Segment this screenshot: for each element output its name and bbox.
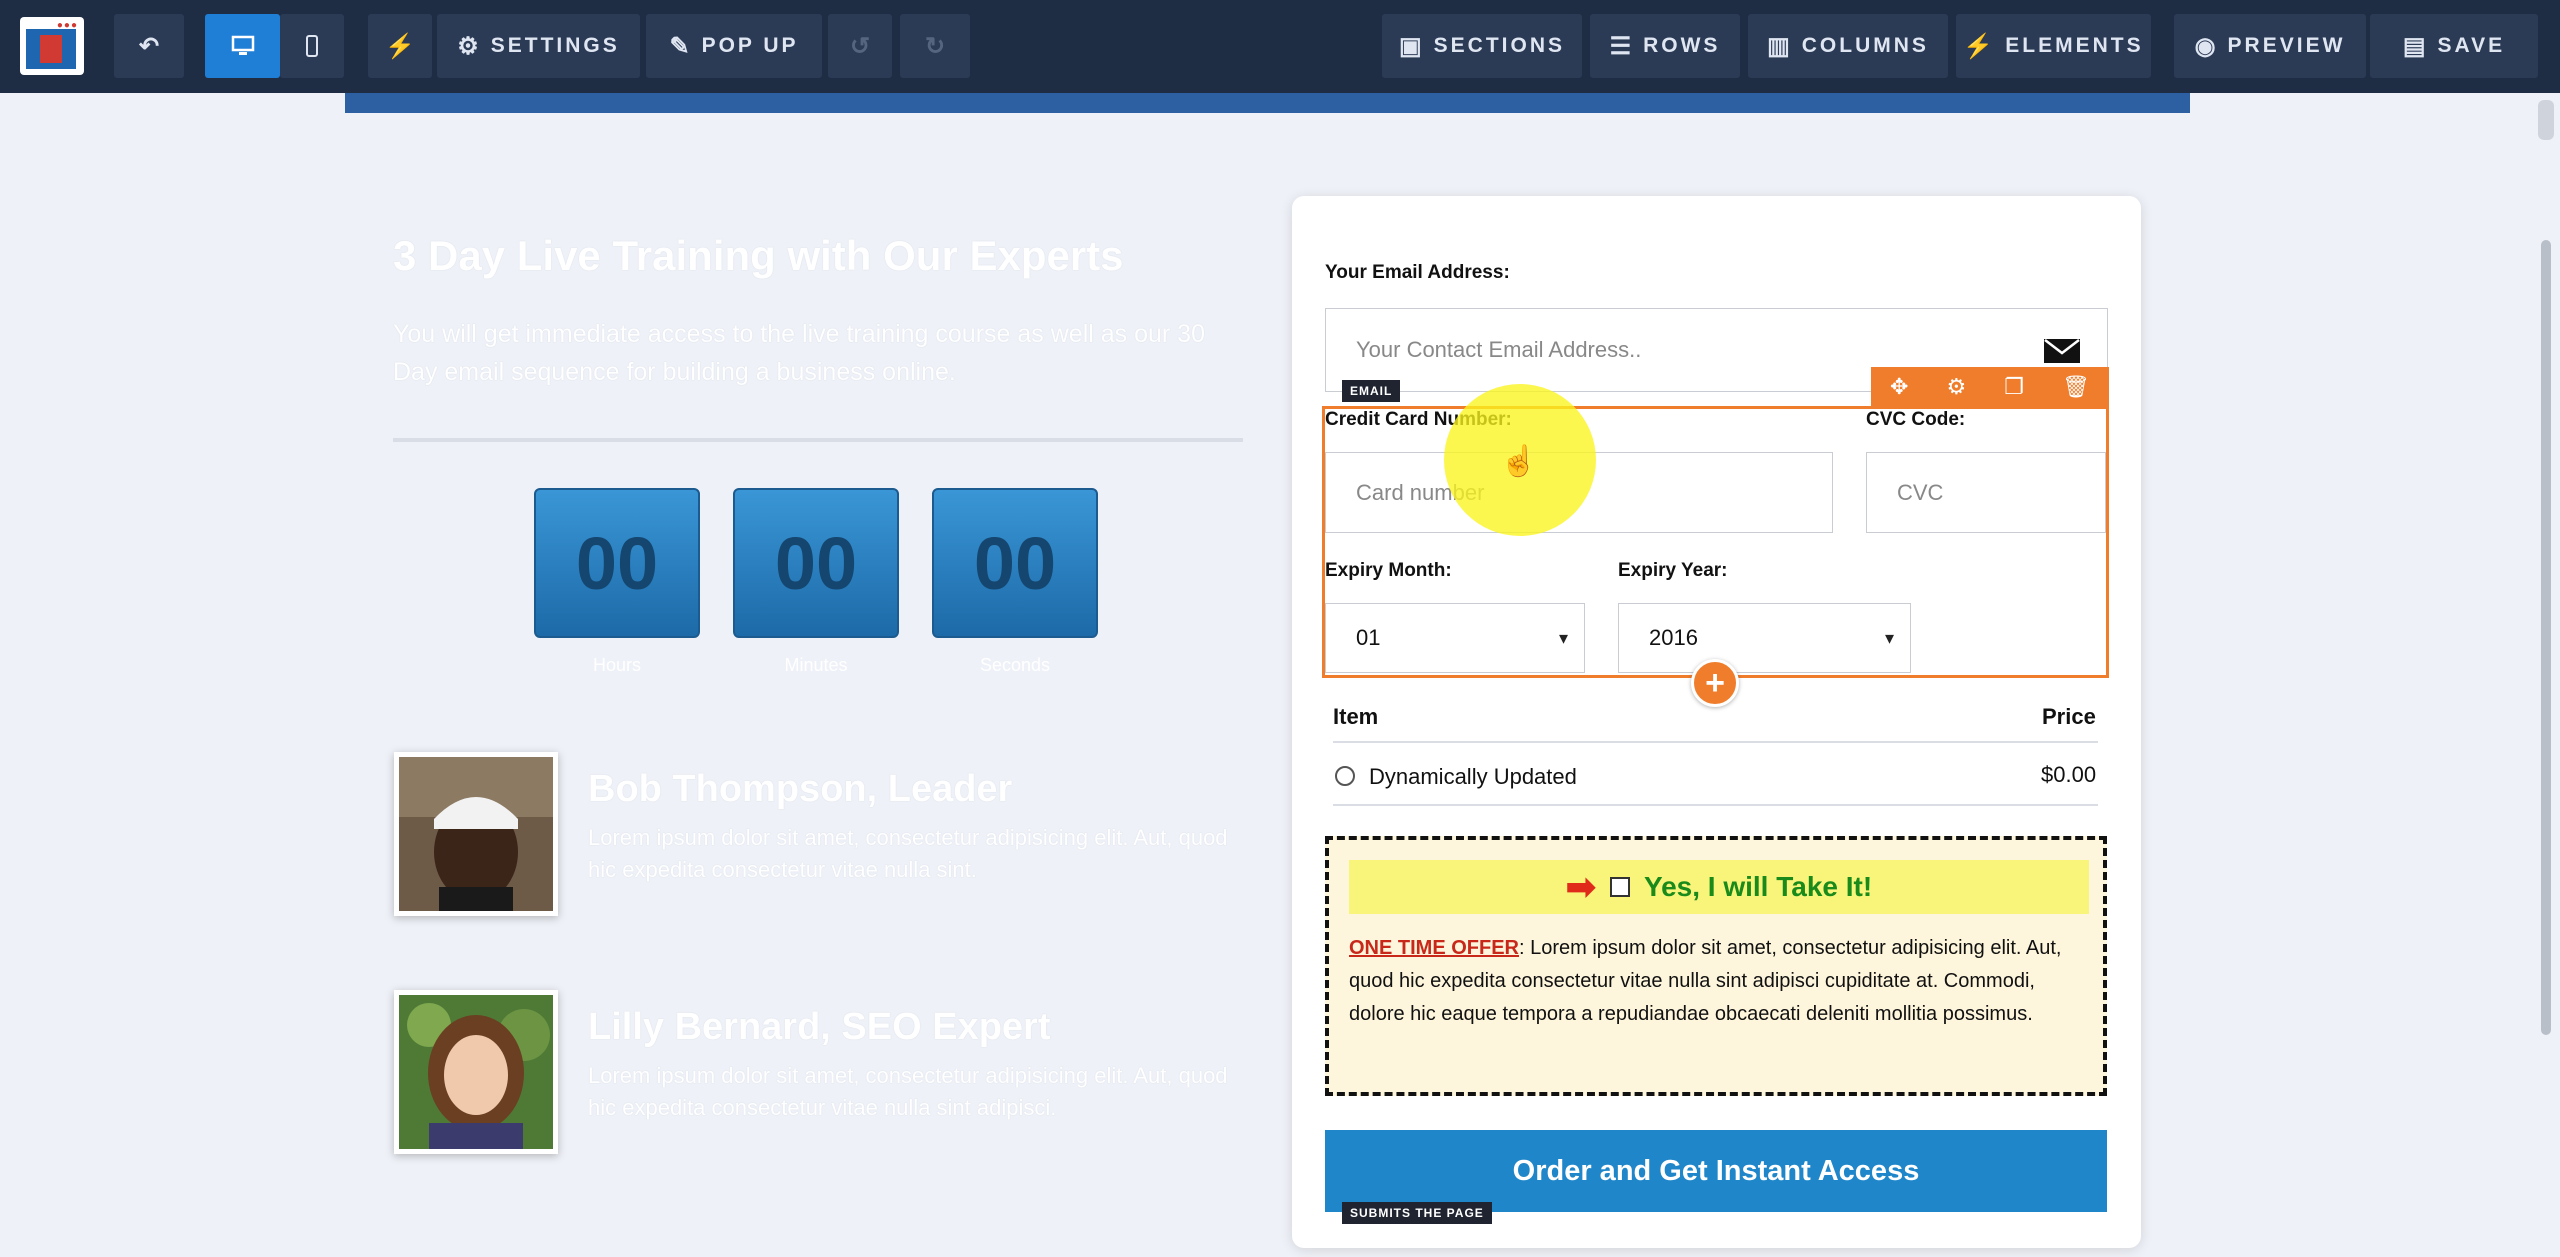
chevron-down-icon: ▾ bbox=[1884, 627, 1894, 648]
columns-label: COLUMNS bbox=[1801, 34, 1929, 57]
countdown-minutes-label: Minutes bbox=[784, 655, 848, 675]
sections-label: SECTIONS bbox=[1433, 34, 1566, 57]
person-name-lilly: Lilly Bernard, SEO Expert bbox=[588, 1006, 1051, 1048]
countdown-hours-label: Hours bbox=[592, 655, 641, 675]
hand-cursor-icon: ☝ bbox=[1500, 445, 1538, 478]
email-placeholder: Your Contact Email Address.. bbox=[1356, 337, 1642, 362]
person-bio-lilly: Lorem ipsum dolor sit amet, consectetur … bbox=[588, 1063, 1228, 1120]
avatar-lilly bbox=[394, 990, 558, 1154]
back-arrow-icon: ↶ bbox=[138, 32, 160, 60]
editor-toolbar: ●●● ↶ ⚡ ⚙ SETTINGS ✎ POP UP ↺ ↻ ▣ SECTIO… bbox=[0, 0, 2560, 93]
cvc-placeholder: CVC bbox=[1897, 479, 1944, 505]
countdown-minutes: 00 bbox=[733, 488, 899, 638]
countdown-seconds: 00 bbox=[932, 488, 1098, 638]
table-header-item: Item bbox=[1333, 704, 1379, 729]
redo-icon: ↻ bbox=[924, 32, 946, 60]
floppy-icon: ▤ bbox=[2402, 32, 2426, 60]
copy-icon[interactable]: ❐ bbox=[2004, 374, 2024, 400]
submit-label: Order and Get Instant Access bbox=[1512, 1154, 1920, 1187]
row-toolbar: ✥ ⚙ ❐ 🗑 bbox=[1871, 367, 2109, 406]
order-bump-headline: Yes, I will Take It! bbox=[1643, 871, 1873, 902]
undo-button[interactable]: ↺ bbox=[828, 14, 892, 78]
save-label: SAVE bbox=[2437, 34, 2506, 57]
expiry-year-label: Expiry Year: bbox=[1618, 560, 1728, 581]
rows-icon: ☰ bbox=[1609, 32, 1632, 60]
product-price: $0.00 bbox=[2041, 762, 2097, 787]
header-accent-bar bbox=[345, 93, 2190, 113]
expiry-month-value: 01 bbox=[1356, 625, 1381, 650]
cvc-field[interactable]: CVC bbox=[1866, 452, 2106, 533]
add-row-button[interactable]: + bbox=[1691, 659, 1739, 707]
divider bbox=[393, 438, 1243, 442]
expiry-month-select[interactable]: 01 ▾ bbox=[1325, 603, 1585, 673]
preview-button[interactable]: ◉ PREVIEW bbox=[2174, 14, 2366, 78]
scrollbar-thumb[interactable] bbox=[2541, 240, 2551, 1035]
desktop-view-button[interactable] bbox=[205, 14, 280, 78]
popup-button[interactable]: ✎ POP UP bbox=[646, 14, 822, 78]
order-bump-text: ONE TIME OFFER: Lorem ipsum dolor sit am… bbox=[1349, 932, 2089, 1031]
save-button[interactable]: ▤ SAVE bbox=[2370, 14, 2538, 78]
expiry-year-value: 2016 bbox=[1649, 625, 1698, 650]
trash-icon[interactable]: 🗑 bbox=[2062, 374, 2090, 400]
countdown-seconds-label: Seconds bbox=[979, 655, 1051, 675]
person-name-bob: Bob Thompson, Leader bbox=[588, 768, 1013, 810]
preview-label: PREVIEW bbox=[2227, 34, 2346, 57]
table-header-price: Price bbox=[2042, 704, 2096, 729]
envelope-icon bbox=[2044, 339, 2080, 363]
redo-button[interactable]: ↻ bbox=[900, 14, 970, 78]
sections-button[interactable]: ▣ SECTIONS bbox=[1382, 14, 1582, 78]
page-subtext[interactable]: You will get immediate access to the liv… bbox=[393, 315, 1243, 391]
page-headline[interactable]: 3 Day Live Training with Our Experts bbox=[393, 232, 1124, 280]
person-bio-bob: Lorem ipsum dolor sit amet, consectetur … bbox=[588, 825, 1228, 882]
right-arrow-icon: ➡ bbox=[1565, 866, 1596, 907]
chevron-down-icon: ▾ bbox=[1558, 627, 1568, 648]
undo-history-button[interactable]: ↶ bbox=[114, 14, 184, 78]
order-bump-box: ➡ Yes, I will Take It! ONE TIME OFFER: L… bbox=[1325, 836, 2107, 1096]
cube-icon: ▣ bbox=[1398, 32, 1422, 60]
app-logo: ●●● bbox=[20, 17, 84, 75]
one-time-offer-label: ONE TIME OFFER bbox=[1349, 937, 1519, 959]
settings-label: SETTINGS bbox=[490, 34, 620, 57]
undo-icon: ↺ bbox=[849, 32, 871, 60]
order-submit-button[interactable]: Order and Get Instant Access bbox=[1325, 1130, 2107, 1212]
plus-icon: + bbox=[1705, 663, 1725, 702]
expiry-month-label: Expiry Month: bbox=[1325, 560, 1452, 581]
columns-button[interactable]: ▥ COLUMNS bbox=[1748, 14, 1948, 78]
popup-label: POP UP bbox=[701, 34, 799, 57]
edit-icon: ✎ bbox=[669, 32, 690, 60]
eye-icon: ◉ bbox=[2194, 32, 2216, 60]
plugin-button[interactable]: ⚡ bbox=[368, 14, 432, 78]
submit-tag: SUBMITS THE PAGE bbox=[1342, 1202, 1492, 1224]
countdown-hours: 00 bbox=[534, 488, 700, 638]
rows-label: ROWS bbox=[1643, 34, 1721, 57]
rows-button[interactable]: ☰ ROWS bbox=[1590, 14, 1740, 78]
mobile-icon bbox=[306, 35, 318, 57]
elements-label: ELEMENTS bbox=[2005, 34, 2144, 57]
scrollbar-up[interactable] bbox=[2538, 100, 2554, 140]
settings-button[interactable]: ⚙ SETTINGS bbox=[437, 14, 640, 78]
desktop-icon bbox=[231, 35, 254, 55]
order-bump-header: ➡ Yes, I will Take It! bbox=[1349, 860, 2089, 914]
cvc-label: CVC Code: bbox=[1866, 409, 1966, 430]
avatar-bob bbox=[394, 752, 558, 916]
plug-icon: ⚡ bbox=[1963, 32, 1994, 60]
plug-icon: ⚡ bbox=[385, 32, 415, 60]
order-bump-checkbox[interactable] bbox=[1609, 877, 1630, 897]
columns-icon: ▥ bbox=[1767, 32, 1790, 60]
elements-button[interactable]: ⚡ ELEMENTS bbox=[1956, 14, 2151, 78]
table-divider bbox=[1333, 804, 2098, 806]
mobile-view-button[interactable] bbox=[280, 14, 344, 78]
email-label: Your Email Address: bbox=[1325, 262, 1510, 283]
product-name: Dynamically Updated bbox=[1369, 764, 1577, 789]
gear-icon[interactable]: ⚙ bbox=[1946, 374, 1966, 400]
email-tag: EMAIL bbox=[1342, 380, 1401, 402]
table-divider bbox=[1333, 741, 2098, 743]
expiry-year-select[interactable]: 2016 ▾ bbox=[1618, 603, 1911, 673]
gears-icon: ⚙ bbox=[457, 32, 479, 60]
product-radio[interactable] bbox=[1335, 766, 1355, 786]
move-icon[interactable]: ✥ bbox=[1890, 374, 1908, 400]
